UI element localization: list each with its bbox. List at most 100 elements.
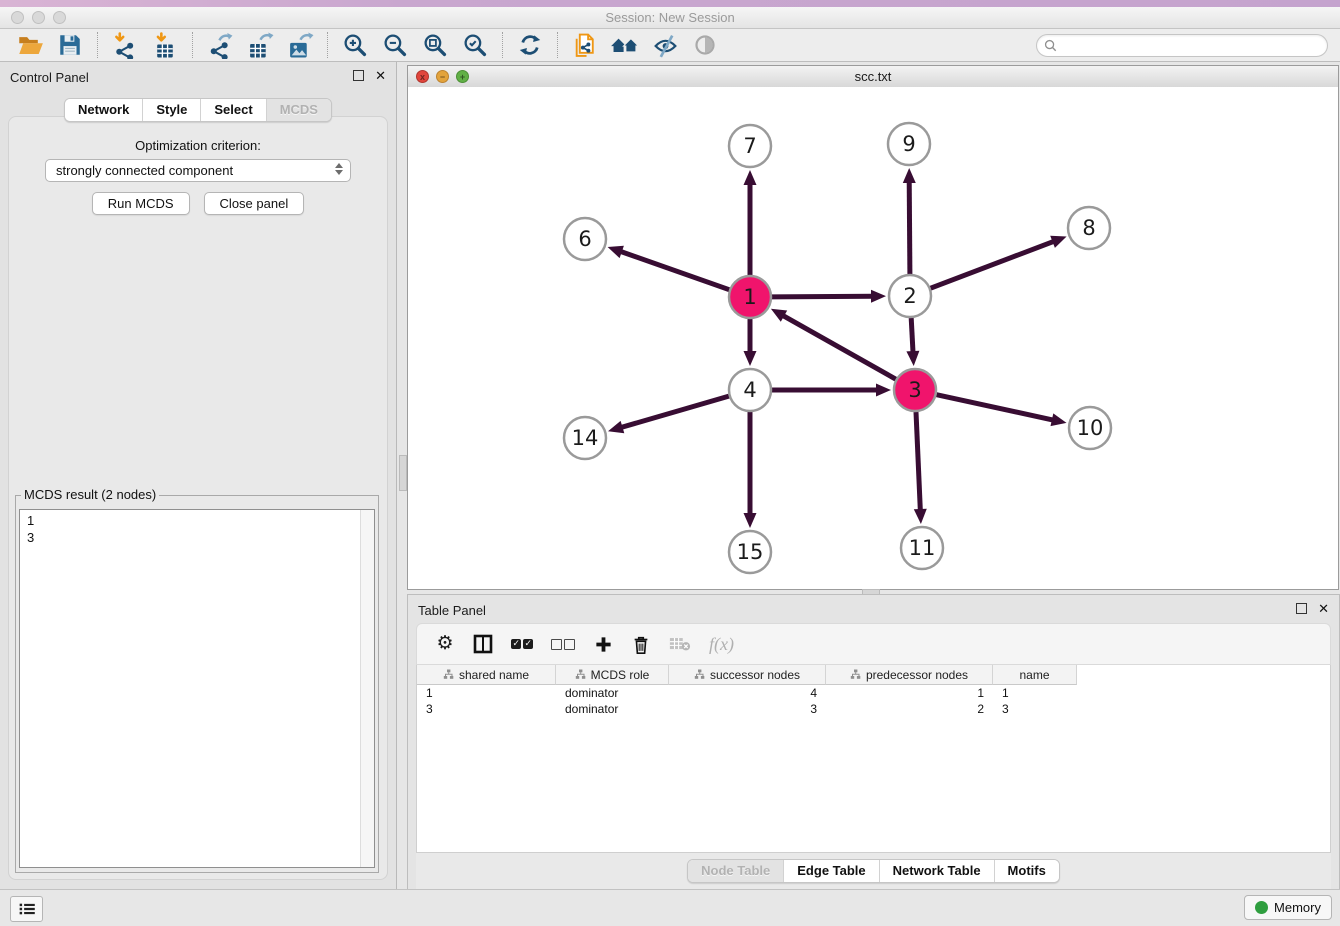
tab-motifs[interactable]: Motifs <box>995 860 1059 882</box>
node-table-body: 1dominator4113dominator323 <box>417 685 1330 717</box>
control-tab-group: Network Style Select MCDS <box>64 98 332 122</box>
graph-edge-3-11[interactable] <box>916 412 920 512</box>
criterion-select[interactable]: strongly connected component <box>45 159 351 182</box>
graph-node-label-7: 7 <box>743 134 756 158</box>
cell-name[interactable]: 3 <box>993 702 1077 716</box>
cell-name[interactable]: 1 <box>993 686 1077 700</box>
mcds-result-textarea[interactable]: 13 <box>19 509 375 868</box>
table-tab-group: Node Table Edge Table Network Table Moti… <box>687 859 1060 883</box>
preview-button[interactable] <box>685 30 725 60</box>
network-canvas[interactable]: 7968124314101511 <box>408 87 1338 589</box>
toolbar-separator <box>192 32 193 58</box>
maximize-network-button[interactable]: + <box>456 70 469 83</box>
add-column-icon[interactable] <box>593 632 613 656</box>
graph-edge-arrowhead <box>871 290 886 303</box>
graph-node-label-10: 10 <box>1077 416 1104 440</box>
node-table-header: shared nameMCDS rolesuccessor nodesprede… <box>417 665 1330 685</box>
tab-edge-table[interactable]: Edge Table <box>784 860 879 882</box>
open-session-button[interactable] <box>10 30 50 60</box>
tab-select[interactable]: Select <box>201 99 266 121</box>
function-builder-icon: f(x) <box>709 632 734 656</box>
delete-table-glyph-icon <box>669 636 691 652</box>
save-session-button[interactable] <box>50 30 90 60</box>
column-header-shared-name[interactable]: shared name <box>417 665 556 685</box>
graph-edge-arrowhead <box>1050 236 1066 248</box>
table-row-node-3[interactable]: 3dominator323 <box>417 701 1330 717</box>
close-panel-icon[interactable]: ✕ <box>375 71 386 81</box>
column-namespace-icon <box>850 669 861 680</box>
delete-column-icon[interactable] <box>631 632 651 656</box>
home-button[interactable] <box>605 30 645 60</box>
memory-button[interactable]: Memory <box>1244 895 1332 920</box>
cell-MCDS-role[interactable]: dominator <box>556 686 669 700</box>
cell-MCDS-role[interactable]: dominator <box>556 702 669 716</box>
float-panel-icon[interactable] <box>1296 603 1307 614</box>
graph-node-label-4: 4 <box>743 378 756 402</box>
columns-icon[interactable] <box>473 632 493 656</box>
graph-edge-3-1[interactable] <box>781 315 895 380</box>
application-window: Session: New Session <box>0 0 1340 926</box>
graph-edge-2-8[interactable] <box>931 241 1056 288</box>
graph-edge-2-3[interactable] <box>911 318 913 354</box>
tab-mcds[interactable]: MCDS <box>267 99 331 121</box>
close-panel-button[interactable]: Close panel <box>204 192 305 215</box>
table-row-node-1[interactable]: 1dominator411 <box>417 685 1330 701</box>
task-history-button[interactable] <box>10 896 43 922</box>
mcds-panel: Optimization criterion: strongly connect… <box>8 116 388 880</box>
vertical-split-handle[interactable] <box>399 455 407 491</box>
column-header-name[interactable]: name <box>993 665 1077 685</box>
tab-network-table[interactable]: Network Table <box>880 860 995 882</box>
search-input[interactable] <box>1061 38 1327 54</box>
zoom-fit-button[interactable] <box>415 30 455 60</box>
tab-node-table[interactable]: Node Table <box>688 860 784 882</box>
column-header-successor-nodes[interactable]: successor nodes <box>669 665 826 685</box>
float-panel-icon[interactable] <box>353 70 364 81</box>
minimize-network-button[interactable]: − <box>436 70 449 83</box>
export-table-button[interactable] <box>240 30 280 60</box>
import-network-icon <box>112 32 139 59</box>
duplicate-network-button[interactable] <box>565 30 605 60</box>
column-header-MCDS-role[interactable]: MCDS role <box>556 665 669 685</box>
mcds-result-lines: 13 <box>27 512 374 546</box>
graph-edge-1-2[interactable] <box>772 296 874 297</box>
cell-predecessor-nodes[interactable]: 1 <box>826 686 993 700</box>
tab-style[interactable]: Style <box>143 99 201 121</box>
home-icon <box>610 32 640 58</box>
graph-edge-2-9[interactable] <box>909 180 910 274</box>
zoom-out-button[interactable] <box>375 30 415 60</box>
close-panel-icon[interactable]: ✕ <box>1318 604 1329 614</box>
column-namespace-icon <box>575 669 586 680</box>
delete-table-icon <box>669 632 691 656</box>
zoom-in-button[interactable] <box>335 30 375 60</box>
column-header-predecessor-nodes[interactable]: predecessor nodes <box>826 665 993 685</box>
criterion-value: strongly connected component <box>56 163 233 178</box>
zoom-selected-button[interactable] <box>455 30 495 60</box>
graph-edge-1-6[interactable] <box>619 251 729 290</box>
export-image-button[interactable] <box>280 30 320 60</box>
hide-panels-button[interactable] <box>645 30 685 60</box>
tab-network[interactable]: Network <box>65 99 143 121</box>
graph-edge-4-14[interactable] <box>620 396 729 428</box>
control-panel-tabs: Network Style Select MCDS <box>0 98 396 122</box>
select-all-checkboxes-icon[interactable] <box>511 632 533 656</box>
import-network-button[interactable] <box>105 30 145 60</box>
close-network-button[interactable]: x <box>416 70 429 83</box>
graph-edge-arrowhead <box>876 384 891 397</box>
result-scrollbar[interactable] <box>360 510 374 867</box>
search-field[interactable] <box>1036 34 1328 57</box>
cell-shared-name[interactable]: 3 <box>417 702 556 716</box>
deselect-all-checkboxes-icon[interactable] <box>551 632 575 656</box>
run-mcds-button[interactable]: Run MCDS <box>92 192 190 215</box>
toolbar-separator <box>502 32 503 58</box>
export-network-button[interactable] <box>200 30 240 60</box>
cell-successor-nodes[interactable]: 4 <box>669 686 826 700</box>
graph-edge-3-10[interactable] <box>937 395 1055 421</box>
import-table-button[interactable] <box>145 30 185 60</box>
cell-shared-name[interactable]: 1 <box>417 686 556 700</box>
cell-predecessor-nodes[interactable]: 2 <box>826 702 993 716</box>
refresh-layout-button[interactable] <box>510 30 550 60</box>
cell-successor-nodes[interactable]: 3 <box>669 702 826 716</box>
duplicate-network-icon <box>572 32 599 59</box>
control-panel: Control Panel ✕ Network Style Select MCD… <box>0 62 397 890</box>
settings-icon[interactable]: ⚙ <box>435 632 455 656</box>
